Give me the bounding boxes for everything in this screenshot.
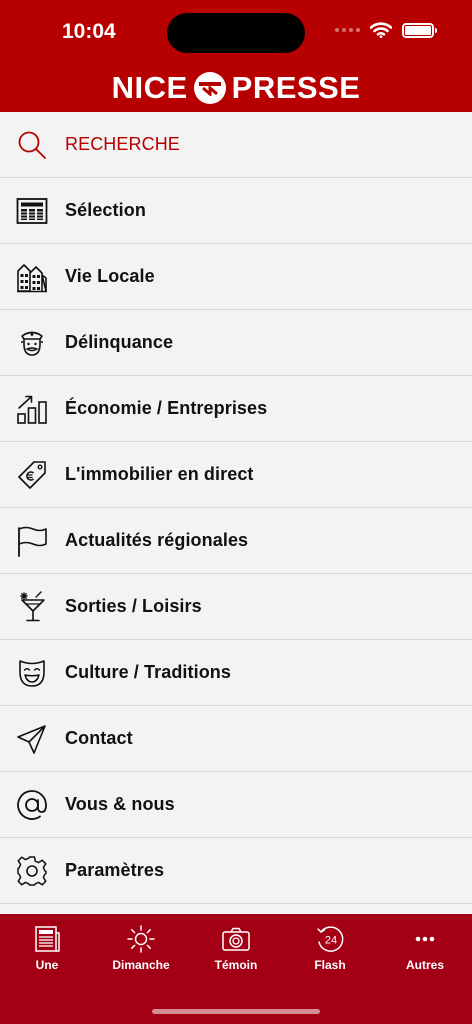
tab-une[interactable]: Une [0, 924, 94, 972]
menu-item-vie-locale[interactable]: Vie Locale [0, 244, 472, 310]
growth-chart-icon [17, 395, 47, 424]
menu-item-selection[interactable]: Sélection [0, 178, 472, 244]
menu-item-label: Sélection [65, 200, 146, 220]
wifi-icon [370, 22, 392, 38]
menu-item-delinquance[interactable]: Délinquance [0, 310, 472, 376]
menu-item-immobilier[interactable]: L'immobilier en direct [0, 442, 472, 508]
tab-label: Autres [405, 958, 444, 972]
cellular-signal-icon [335, 28, 360, 32]
menu-item-vous-et-nous[interactable]: Vous & nous [0, 772, 472, 838]
theater-mask-icon [19, 659, 45, 687]
menu-item-label: Culture / Traditions [65, 662, 232, 682]
menu-item-label: Vous & nous [65, 794, 175, 814]
gear-icon [17, 855, 47, 886]
menu-item-label: Actualités régionales [65, 530, 249, 550]
menu-item-label: L'immobilier en direct [65, 464, 254, 484]
category-menu: RECHERCHE Sélection Vie Locale Délinquan… [0, 112, 472, 904]
battery-icon [402, 22, 437, 38]
tab-flash[interactable]: 24 Flash [283, 924, 377, 972]
home-indicator[interactable] [152, 1009, 320, 1014]
menu-item-economie[interactable]: Économie / Entreprises [0, 376, 472, 442]
tab-temoin[interactable]: Témoin [189, 924, 283, 972]
sun-icon [127, 925, 155, 953]
newspaper-icon [16, 197, 48, 224]
police-officer-icon [21, 331, 43, 356]
clock-24-text: 24 [325, 935, 337, 947]
menu-item-parametres[interactable]: Paramètres [0, 838, 472, 904]
menu-item-label: Paramètres [65, 860, 165, 880]
clock-24-icon: 24 [317, 926, 344, 952]
tab-label: Une [35, 958, 59, 972]
menu-item-actualites-regionales[interactable]: Actualités régionales [0, 508, 472, 574]
status-time: 10:04 [62, 20, 116, 43]
menu-item-label: Délinquance [65, 332, 174, 352]
search-icon [18, 131, 46, 159]
tab-dimanche[interactable]: Dimanche [94, 924, 188, 972]
menu-item-sorties-loisirs[interactable]: Sorties / Loisirs [0, 574, 472, 640]
app-header: 10:04 NICE PRESSE [0, 0, 472, 112]
status-icons [335, 22, 437, 38]
send-icon [17, 724, 46, 754]
newspaper-icon [35, 926, 60, 952]
logo-text-left: NICE [111, 70, 188, 105]
dynamic-island [167, 13, 305, 53]
menu-item-contact[interactable]: Contact [0, 706, 472, 772]
at-sign-icon [17, 789, 47, 820]
tab-autres[interactable]: Autres [378, 924, 472, 972]
more-icon [415, 936, 435, 942]
price-tag-icon [18, 460, 46, 489]
menu-item-culture-traditions[interactable]: Culture / Traditions [0, 640, 472, 706]
menu-item-label: Contact [65, 728, 133, 748]
camera-icon [222, 927, 250, 951]
cocktail-icon [20, 590, 45, 621]
menu-item-label: Économie / Entreprises [65, 398, 268, 418]
menu-item-label: RECHERCHE [65, 134, 180, 154]
flag-icon [18, 526, 47, 557]
menu-item-label: Vie Locale [65, 266, 155, 286]
tab-label: Dimanche [112, 958, 170, 972]
app-logo[interactable]: NICE PRESSE [0, 70, 472, 106]
tab-label: Témoin [214, 958, 258, 972]
logo-text-right: PRESSE [231, 70, 361, 105]
bottom-tab-bar: Une Dimanche Témoin 24 Flash Autres [0, 914, 472, 1024]
logo-emblem-icon [193, 72, 226, 104]
menu-item-recherche[interactable]: RECHERCHE [0, 112, 472, 178]
menu-item-label: Sorties / Loisirs [65, 596, 202, 616]
tab-label: Flash [314, 958, 346, 972]
buildings-icon [17, 263, 47, 292]
